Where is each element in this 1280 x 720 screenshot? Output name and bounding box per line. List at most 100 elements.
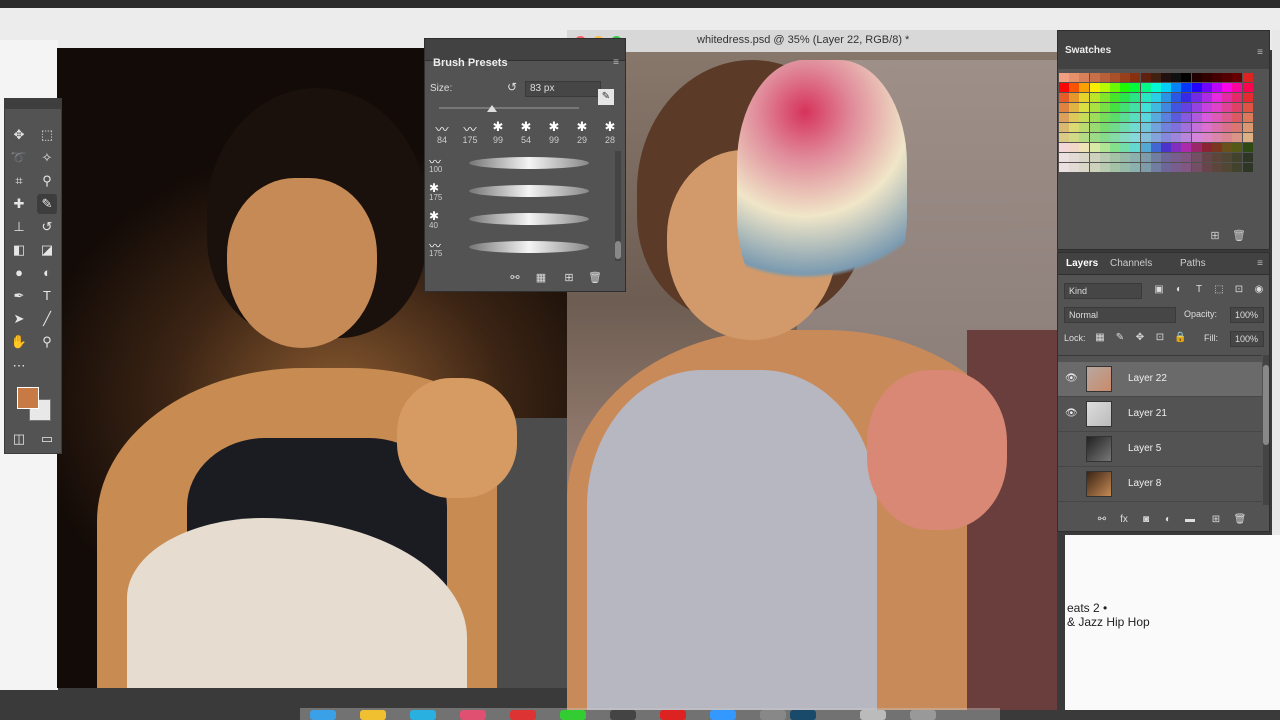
color-swatch[interactable] [1201, 83, 1212, 92]
reset-brush-icon[interactable]: ↺ [507, 80, 517, 94]
color-swatch[interactable] [1242, 73, 1253, 82]
color-swatch[interactable] [1212, 73, 1222, 82]
color-swatch[interactable] [1120, 73, 1131, 82]
visibility-eye-off-icon[interactable]: · [1065, 478, 1068, 489]
lasso-tool-icon[interactable]: ➰ [9, 148, 29, 168]
dock-mail-icon[interactable] [510, 710, 536, 720]
color-swatch[interactable] [1150, 113, 1161, 122]
move-tool-icon[interactable]: ✥ [9, 125, 29, 145]
color-swatch[interactable] [1069, 163, 1080, 172]
color-swatch[interactable] [1191, 83, 1202, 92]
lock-pixels-icon[interactable]: ✎ [1114, 332, 1126, 344]
color-swatch[interactable] [1161, 73, 1171, 82]
color-swatch[interactable] [1171, 163, 1182, 172]
color-swatch[interactable] [1222, 93, 1233, 102]
toggle-brush-panel-icon[interactable]: ⚯ [507, 270, 523, 286]
color-swatch[interactable] [1212, 103, 1222, 112]
color-swatch[interactable] [1150, 133, 1161, 142]
color-swatch[interactable] [1232, 163, 1243, 172]
color-swatch[interactable] [1171, 83, 1182, 92]
brush-tip[interactable]: ✱ 28 [597, 119, 623, 145]
color-swatch[interactable] [1171, 133, 1182, 142]
dock-app-icon[interactable] [660, 710, 686, 720]
color-swatch[interactable] [1150, 143, 1161, 152]
line-tool-icon[interactable]: ╱ [37, 309, 57, 329]
color-swatch[interactable] [1222, 153, 1233, 162]
gradient-tool-icon[interactable]: ◪ [37, 240, 57, 260]
color-swatch[interactable] [1150, 103, 1161, 112]
color-swatch[interactable] [1089, 133, 1100, 142]
eraser-tool-icon[interactable]: ◧ [9, 240, 29, 260]
color-swatch[interactable] [1120, 123, 1131, 132]
color-swatch[interactable] [1069, 93, 1080, 102]
brush-size-slider-thumb[interactable] [487, 105, 497, 112]
color-swatch[interactable] [1089, 103, 1100, 112]
color-swatch[interactable] [1212, 93, 1222, 102]
color-swatch[interactable] [1140, 83, 1151, 92]
color-swatch[interactable] [1161, 113, 1171, 122]
swatches-menu-icon[interactable]: ≡ [1257, 47, 1263, 58]
new-brush-icon[interactable]: ⊞ [561, 270, 577, 286]
layer-filter-kind-select[interactable]: Kind [1064, 283, 1142, 299]
filter-type-icon[interactable]: T [1192, 283, 1206, 297]
color-swatch[interactable] [1222, 103, 1233, 112]
color-swatch[interactable] [1232, 113, 1243, 122]
color-swatch[interactable] [1130, 73, 1141, 82]
color-swatch[interactable] [1130, 163, 1141, 172]
color-swatch[interactable] [1150, 123, 1161, 132]
color-swatch[interactable] [1079, 103, 1090, 112]
fill-field[interactable]: 100% [1230, 331, 1264, 347]
color-swatch[interactable] [1181, 143, 1192, 152]
color-swatch[interactable] [1069, 153, 1080, 162]
color-swatch[interactable] [1212, 123, 1222, 132]
visibility-eye-icon[interactable]: 👁 [1065, 408, 1078, 419]
color-swatch[interactable] [1110, 163, 1120, 172]
layer-row[interactable]: · Layer 5 [1058, 432, 1262, 467]
color-swatch[interactable] [1120, 143, 1131, 152]
color-swatch[interactable] [1069, 73, 1080, 82]
color-swatch[interactable] [1099, 133, 1110, 142]
color-swatch[interactable] [1069, 113, 1080, 122]
crop-tool-icon[interactable]: ⌗ [9, 171, 29, 191]
color-swatch[interactable] [1232, 103, 1243, 112]
color-swatch[interactable] [1059, 163, 1069, 172]
brush-tip[interactable]: ✱ 29 [569, 119, 595, 145]
color-swatch[interactable] [1222, 163, 1233, 172]
layer-style-icon[interactable]: fx [1116, 512, 1132, 528]
filter-pixel-icon[interactable]: ▣ [1152, 283, 1166, 297]
zoom-tool-icon[interactable]: ⚲ [37, 332, 57, 352]
color-swatch[interactable] [1150, 93, 1161, 102]
visibility-eye-off-icon[interactable]: · [1065, 443, 1068, 454]
brush-presets-tab[interactable]: Brush Presets [433, 57, 508, 69]
layer-mask-icon[interactable]: ◙ [1138, 512, 1154, 528]
brush-options-icon[interactable]: ✎ [598, 89, 614, 105]
color-swatch[interactable] [1191, 133, 1202, 142]
brush-tip[interactable]: ✱ 99 [485, 119, 511, 145]
lock-artboard-icon[interactable]: ⊡ [1154, 332, 1166, 344]
color-swatch[interactable] [1232, 143, 1243, 152]
brush-size-slider[interactable] [439, 107, 579, 109]
color-swatch[interactable] [1079, 93, 1090, 102]
adjustment-layer-icon[interactable]: ◐ [1160, 512, 1176, 528]
color-swatch[interactable] [1222, 113, 1233, 122]
color-swatch[interactable] [1059, 113, 1069, 122]
color-swatch[interactable] [1069, 103, 1080, 112]
color-swatch[interactable] [1089, 143, 1100, 152]
tab-channels[interactable]: Channels [1110, 258, 1152, 269]
color-swatch[interactable] [1059, 83, 1069, 92]
dock-music-icon[interactable] [460, 710, 486, 720]
foreground-color-swatch[interactable] [17, 387, 39, 409]
color-swatch[interactable] [1079, 83, 1090, 92]
layer-row[interactable]: 👁 Layer 22 [1058, 362, 1262, 397]
color-swatch[interactable] [1150, 163, 1161, 172]
new-swatch-icon[interactable]: ⊞ [1208, 229, 1222, 243]
color-swatch[interactable] [1201, 123, 1212, 132]
color-swatch[interactable] [1242, 133, 1253, 142]
brush-list-scrollbar[interactable] [615, 151, 621, 261]
color-swatch[interactable] [1191, 143, 1202, 152]
color-swatch[interactable] [1099, 123, 1110, 132]
color-swatch[interactable] [1191, 113, 1202, 122]
color-swatch[interactable] [1222, 143, 1233, 152]
color-swatch[interactable] [1212, 83, 1222, 92]
blend-mode-select[interactable]: Normal [1064, 307, 1176, 323]
